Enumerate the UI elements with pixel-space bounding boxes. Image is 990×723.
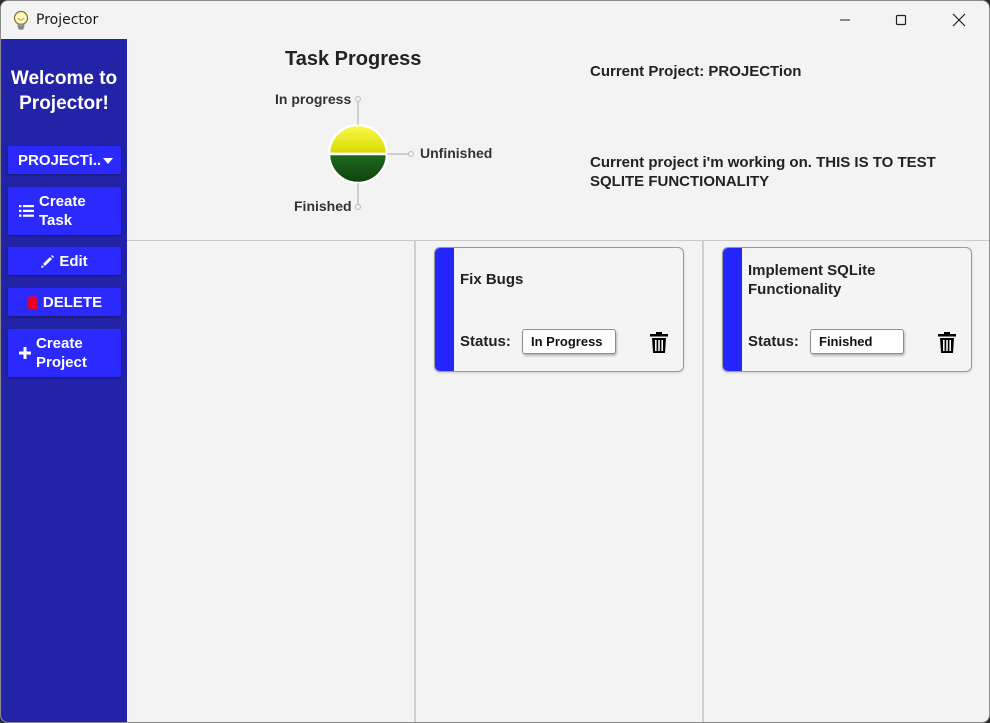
- close-icon: [952, 13, 966, 27]
- task-card[interactable]: Fix Bugs Status: In Progress: [434, 247, 684, 372]
- task-name: Fix Bugs: [460, 270, 660, 289]
- lightbulb-icon: [13, 10, 29, 30]
- delete-label: DELETE: [42, 293, 103, 311]
- project-header: Task Progress In progress Unfinished Fin…: [127, 39, 989, 240]
- task-card[interactable]: Implement SQLite Functionality Status: F…: [722, 247, 972, 372]
- sidebar: Welcome to Projector! PROJECTi.. Create …: [1, 39, 127, 722]
- current-project-title: Current Project: PROJECTion: [590, 63, 802, 80]
- plus-icon: [18, 347, 32, 359]
- status-label: Status:: [460, 333, 511, 350]
- create-project-label: Create Project: [36, 334, 87, 372]
- leader-line-in-progress-dot: [355, 96, 361, 102]
- project-description-line-1: Current project i'm working on. THIS IS …: [590, 154, 936, 171]
- create-project-label-line-2: Project: [36, 354, 87, 371]
- create-task-label-line-1: Create: [39, 193, 86, 210]
- welcome-heading: Welcome to Projector!: [1, 66, 127, 116]
- maximize-button[interactable]: [872, 1, 930, 39]
- edit-button[interactable]: Edit: [8, 247, 121, 275]
- pie-slice-finished: [327, 152, 389, 185]
- welcome-line-2: Projector!: [19, 93, 109, 114]
- title-bar: Projector: [1, 1, 989, 39]
- status-select[interactable]: Finished: [810, 329, 904, 354]
- welcome-line-1: Welcome to: [10, 68, 118, 89]
- app-window: Projector Welcome to Projector! PROJECTi…: [0, 0, 990, 723]
- pie-slice-in-progress: [327, 123, 389, 156]
- minimize-button[interactable]: [816, 1, 874, 39]
- task-name: Implement SQLite Functionality: [748, 261, 948, 299]
- delete-button[interactable]: DELETE: [8, 288, 121, 316]
- project-select[interactable]: PROJECTi..: [8, 146, 121, 174]
- create-project-button[interactable]: Create Project: [8, 329, 121, 377]
- status-select[interactable]: In Progress: [522, 329, 616, 354]
- edit-label: Edit: [59, 252, 88, 270]
- task-card-accent: [723, 248, 742, 371]
- leader-line-finished-dot: [355, 204, 361, 210]
- task-card-accent: [435, 248, 454, 371]
- list-icon: [18, 205, 34, 217]
- maximize-icon: [895, 14, 907, 26]
- legend-label-in-progress: In progress: [275, 91, 352, 107]
- chevron-down-icon: [103, 158, 114, 164]
- create-task-label: Create Task: [39, 192, 86, 230]
- window-title: Projector: [36, 12, 99, 28]
- trash-icon: [26, 295, 38, 309]
- close-button[interactable]: [930, 1, 988, 39]
- task-name-line-1: Implement SQLite: [748, 262, 876, 279]
- task-name-line-1: Fix Bugs: [460, 271, 524, 288]
- column-divider-1: [414, 241, 416, 722]
- legend-label-finished: Finished: [294, 198, 352, 214]
- pie-slices: [327, 123, 389, 185]
- project-select-value: PROJECTi..: [18, 151, 102, 169]
- header-divider: [127, 240, 989, 241]
- leader-line-unfinished-dot: [408, 151, 414, 157]
- project-description-line-2: SQLITE FUNCTIONALITY: [590, 173, 770, 190]
- minimize-icon: [840, 19, 850, 21]
- legend-label-unfinished: Unfinished: [420, 145, 493, 161]
- create-project-label-line-1: Create: [36, 335, 83, 352]
- create-task-label-line-2: Task: [39, 212, 73, 229]
- column-divider-2: [702, 241, 704, 722]
- create-task-button[interactable]: Create Task: [8, 187, 121, 235]
- pencil-icon: [41, 254, 55, 268]
- status-label: Status:: [748, 333, 799, 350]
- trash-icon[interactable]: [938, 332, 956, 353]
- project-description: Current project i'm working on. THIS IS …: [590, 153, 970, 191]
- trash-icon[interactable]: [650, 332, 668, 353]
- task-name-line-2: Functionality: [748, 281, 842, 298]
